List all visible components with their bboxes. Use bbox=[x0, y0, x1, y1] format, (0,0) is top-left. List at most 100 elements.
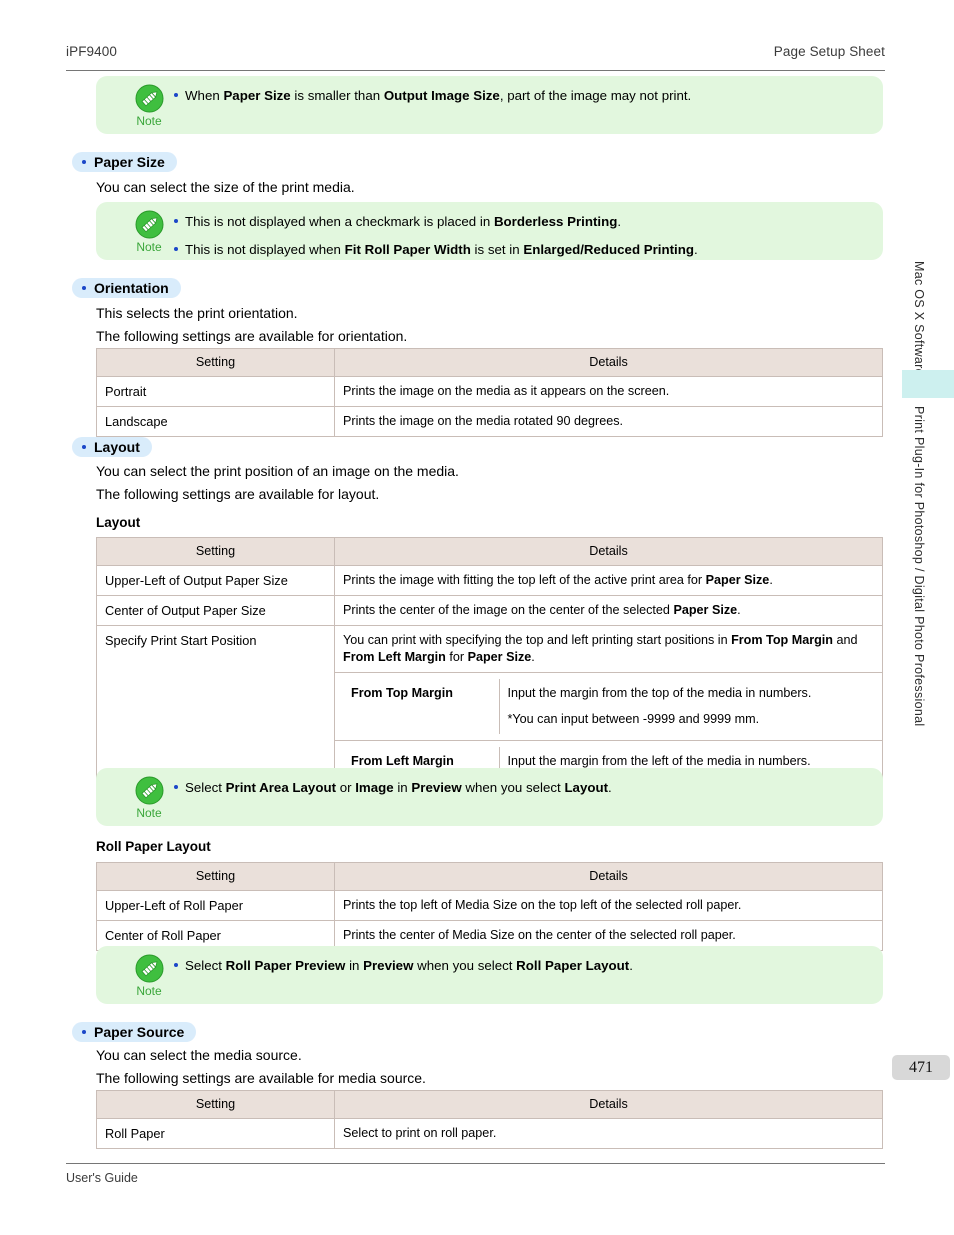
header-model-label: iPF9400 bbox=[66, 44, 117, 59]
note-box-layout-preview: Note Select Print Area Layout or Image i… bbox=[96, 768, 883, 826]
note-label: Note bbox=[136, 984, 162, 998]
bullet-icon bbox=[174, 785, 178, 790]
page-number-badge: 471 bbox=[892, 1055, 950, 1080]
column-header-setting: Setting bbox=[96, 862, 335, 891]
note-body: Select Print Area Layout or Image in Pre… bbox=[174, 778, 869, 798]
page-header: iPF9400 Page Setup Sheet bbox=[66, 44, 885, 71]
note-label: Note bbox=[136, 114, 162, 128]
table-header-row: Setting Details bbox=[96, 537, 883, 566]
bullet-icon bbox=[174, 963, 178, 968]
note-box-paper-size-warning: Note When Paper Size is smaller than Out… bbox=[96, 76, 883, 134]
note-icon-group: Note bbox=[126, 210, 172, 254]
header-section-title: Page Setup Sheet bbox=[773, 44, 885, 59]
bullet-icon bbox=[82, 1030, 86, 1034]
bullet-icon bbox=[82, 286, 86, 290]
bullet-icon bbox=[174, 219, 178, 224]
right-edge-tab-bar: Mac OS X Software Print Plug-In for Phot… bbox=[892, 0, 954, 1235]
column-header-setting: Setting bbox=[96, 348, 335, 377]
pencil-note-icon bbox=[135, 210, 164, 239]
bullet-icon bbox=[82, 160, 86, 164]
section-heading-label: Paper Size bbox=[94, 154, 165, 170]
note-box-paper-size-visibility: Note This is not displayed when a checkm… bbox=[96, 202, 883, 260]
table-cell-nested-wrapper: From Top Margin Input the margin from the… bbox=[334, 672, 883, 741]
table-row: Landscape Prints the image on the media r… bbox=[96, 406, 883, 437]
table-header-row: Setting Details bbox=[96, 348, 883, 377]
table-row: Specify Print Start Position You can prin… bbox=[96, 625, 883, 809]
paper-source-description-2: The following settings are available for… bbox=[96, 1070, 426, 1086]
document-page: iPF9400 Page Setup Sheet Note When Paper… bbox=[0, 0, 954, 1235]
roll-paper-layout-subheading: Roll Paper Layout bbox=[96, 839, 211, 854]
bullet-icon bbox=[174, 93, 178, 98]
column-header-details: Details bbox=[334, 348, 883, 377]
layout-description-1: You can select the print position of an … bbox=[96, 463, 459, 479]
roll-paper-layout-table: Setting Details Upper-Left of Roll Paper Pr… bbox=[96, 862, 883, 951]
column-header-setting: Setting bbox=[96, 537, 335, 566]
section-heading-label: Layout bbox=[94, 439, 140, 455]
section-heading-label: Paper Source bbox=[94, 1024, 185, 1040]
pencil-note-icon bbox=[135, 776, 164, 805]
footer-guide-label: User's Guide bbox=[66, 1171, 138, 1185]
section-heading-layout: Layout bbox=[72, 437, 152, 457]
table-cell-setting: Upper-Left of Output Paper Size bbox=[96, 565, 335, 596]
orientation-description-1: This selects the print orientation. bbox=[96, 305, 298, 321]
note-bullet-line: When Paper Size is smaller than Output I… bbox=[174, 86, 869, 106]
note-bullet-line: Select Print Area Layout or Image in Pre… bbox=[174, 778, 869, 798]
note-bullet-line: Select Roll Paper Preview in Preview whe… bbox=[174, 956, 869, 976]
table-cell-setting: Roll Paper bbox=[96, 1118, 335, 1149]
column-header-details: Details bbox=[334, 537, 883, 566]
note-bullet-line: This is not displayed when a checkmark i… bbox=[174, 212, 869, 232]
note-label: Note bbox=[136, 240, 162, 254]
note-body: Select Roll Paper Preview in Preview whe… bbox=[174, 956, 869, 976]
table-header-row: Setting Details bbox=[96, 1090, 883, 1119]
note-label: Note bbox=[136, 806, 162, 820]
note-box-roll-paper-preview: Note Select Roll Paper Preview in Previe… bbox=[96, 946, 883, 1004]
table-cell-details: Prints the image on the media as it appe… bbox=[334, 376, 883, 407]
sidebar-tab-print-plug-in[interactable]: Print Plug-In for Photoshop / Digital Ph… bbox=[912, 406, 926, 726]
bullet-icon bbox=[82, 445, 86, 449]
table-cell-setting: Center of Output Paper Size bbox=[96, 595, 335, 626]
nested-cell-name: From Top Margin bbox=[343, 679, 500, 734]
table-cell-details: You can print with specifying the top an… bbox=[334, 625, 883, 673]
note-body: When Paper Size is smaller than Output I… bbox=[174, 86, 869, 106]
sidebar-tab-mac-os-x-software[interactable]: Mac OS X Software bbox=[912, 261, 926, 376]
table-cell-details: Select to print on roll paper. bbox=[334, 1118, 883, 1149]
table-row: Center of Output Paper Size Prints the ce… bbox=[96, 595, 883, 626]
sidebar-active-tab-marker[interactable] bbox=[902, 370, 954, 398]
page-footer: User's Guide bbox=[66, 1163, 885, 1185]
table-cell-setting: Landscape bbox=[96, 406, 335, 437]
column-header-setting: Setting bbox=[96, 1090, 335, 1119]
table-cell-details: Prints the top left of Media Size on the… bbox=[334, 890, 883, 921]
paper-source-settings-table: Setting Details Roll Paper Select to print … bbox=[96, 1090, 883, 1149]
section-heading-paper-source: Paper Source bbox=[72, 1022, 197, 1042]
paper-size-description: You can select the size of the print med… bbox=[96, 179, 355, 195]
section-heading-orientation: Orientation bbox=[72, 278, 181, 298]
column-header-details: Details bbox=[334, 1090, 883, 1119]
table-cell-details: Prints the image on the media rotated 90… bbox=[334, 406, 883, 437]
note-bullet-line: This is not displayed when Fit Roll Pape… bbox=[174, 240, 869, 260]
note-body: This is not displayed when a checkmark i… bbox=[174, 212, 869, 260]
layout-subheading: Layout bbox=[96, 515, 141, 530]
table-cell-setting: Upper-Left of Roll Paper bbox=[96, 890, 335, 921]
table-row: Roll Paper Select to print on roll paper. bbox=[96, 1118, 883, 1149]
section-heading-label: Orientation bbox=[94, 280, 169, 296]
table-row: Portrait Prints the image on the media as… bbox=[96, 376, 883, 407]
orientation-description-2: The following settings are available for… bbox=[96, 328, 408, 344]
table-row: Upper-Left of Output Paper Size Prints th… bbox=[96, 565, 883, 596]
table-cell-details: Prints the image with fitting the top le… bbox=[334, 565, 883, 596]
table-cell-details: Prints the center of the image on the ce… bbox=[334, 595, 883, 626]
note-icon-group: Note bbox=[126, 84, 172, 128]
table-header-row: Setting Details bbox=[96, 862, 883, 891]
paper-source-description-1: You can select the media source. bbox=[96, 1047, 302, 1063]
column-header-details: Details bbox=[334, 862, 883, 891]
note-icon-group: Note bbox=[126, 776, 172, 820]
nested-cell-details: Input the margin from the top of the med… bbox=[507, 686, 812, 726]
note-icon-group: Note bbox=[126, 954, 172, 998]
layout-description-2: The following settings are available for… bbox=[96, 486, 380, 502]
pencil-note-icon bbox=[135, 954, 164, 983]
bullet-icon bbox=[174, 247, 178, 252]
section-heading-paper-size: Paper Size bbox=[72, 152, 177, 172]
pencil-note-icon bbox=[135, 84, 164, 113]
table-cell-setting: Portrait bbox=[96, 376, 335, 407]
orientation-settings-table: Setting Details Portrait Prints the image o… bbox=[96, 348, 883, 437]
table-row: Upper-Left of Roll Paper Prints the top l… bbox=[96, 890, 883, 921]
